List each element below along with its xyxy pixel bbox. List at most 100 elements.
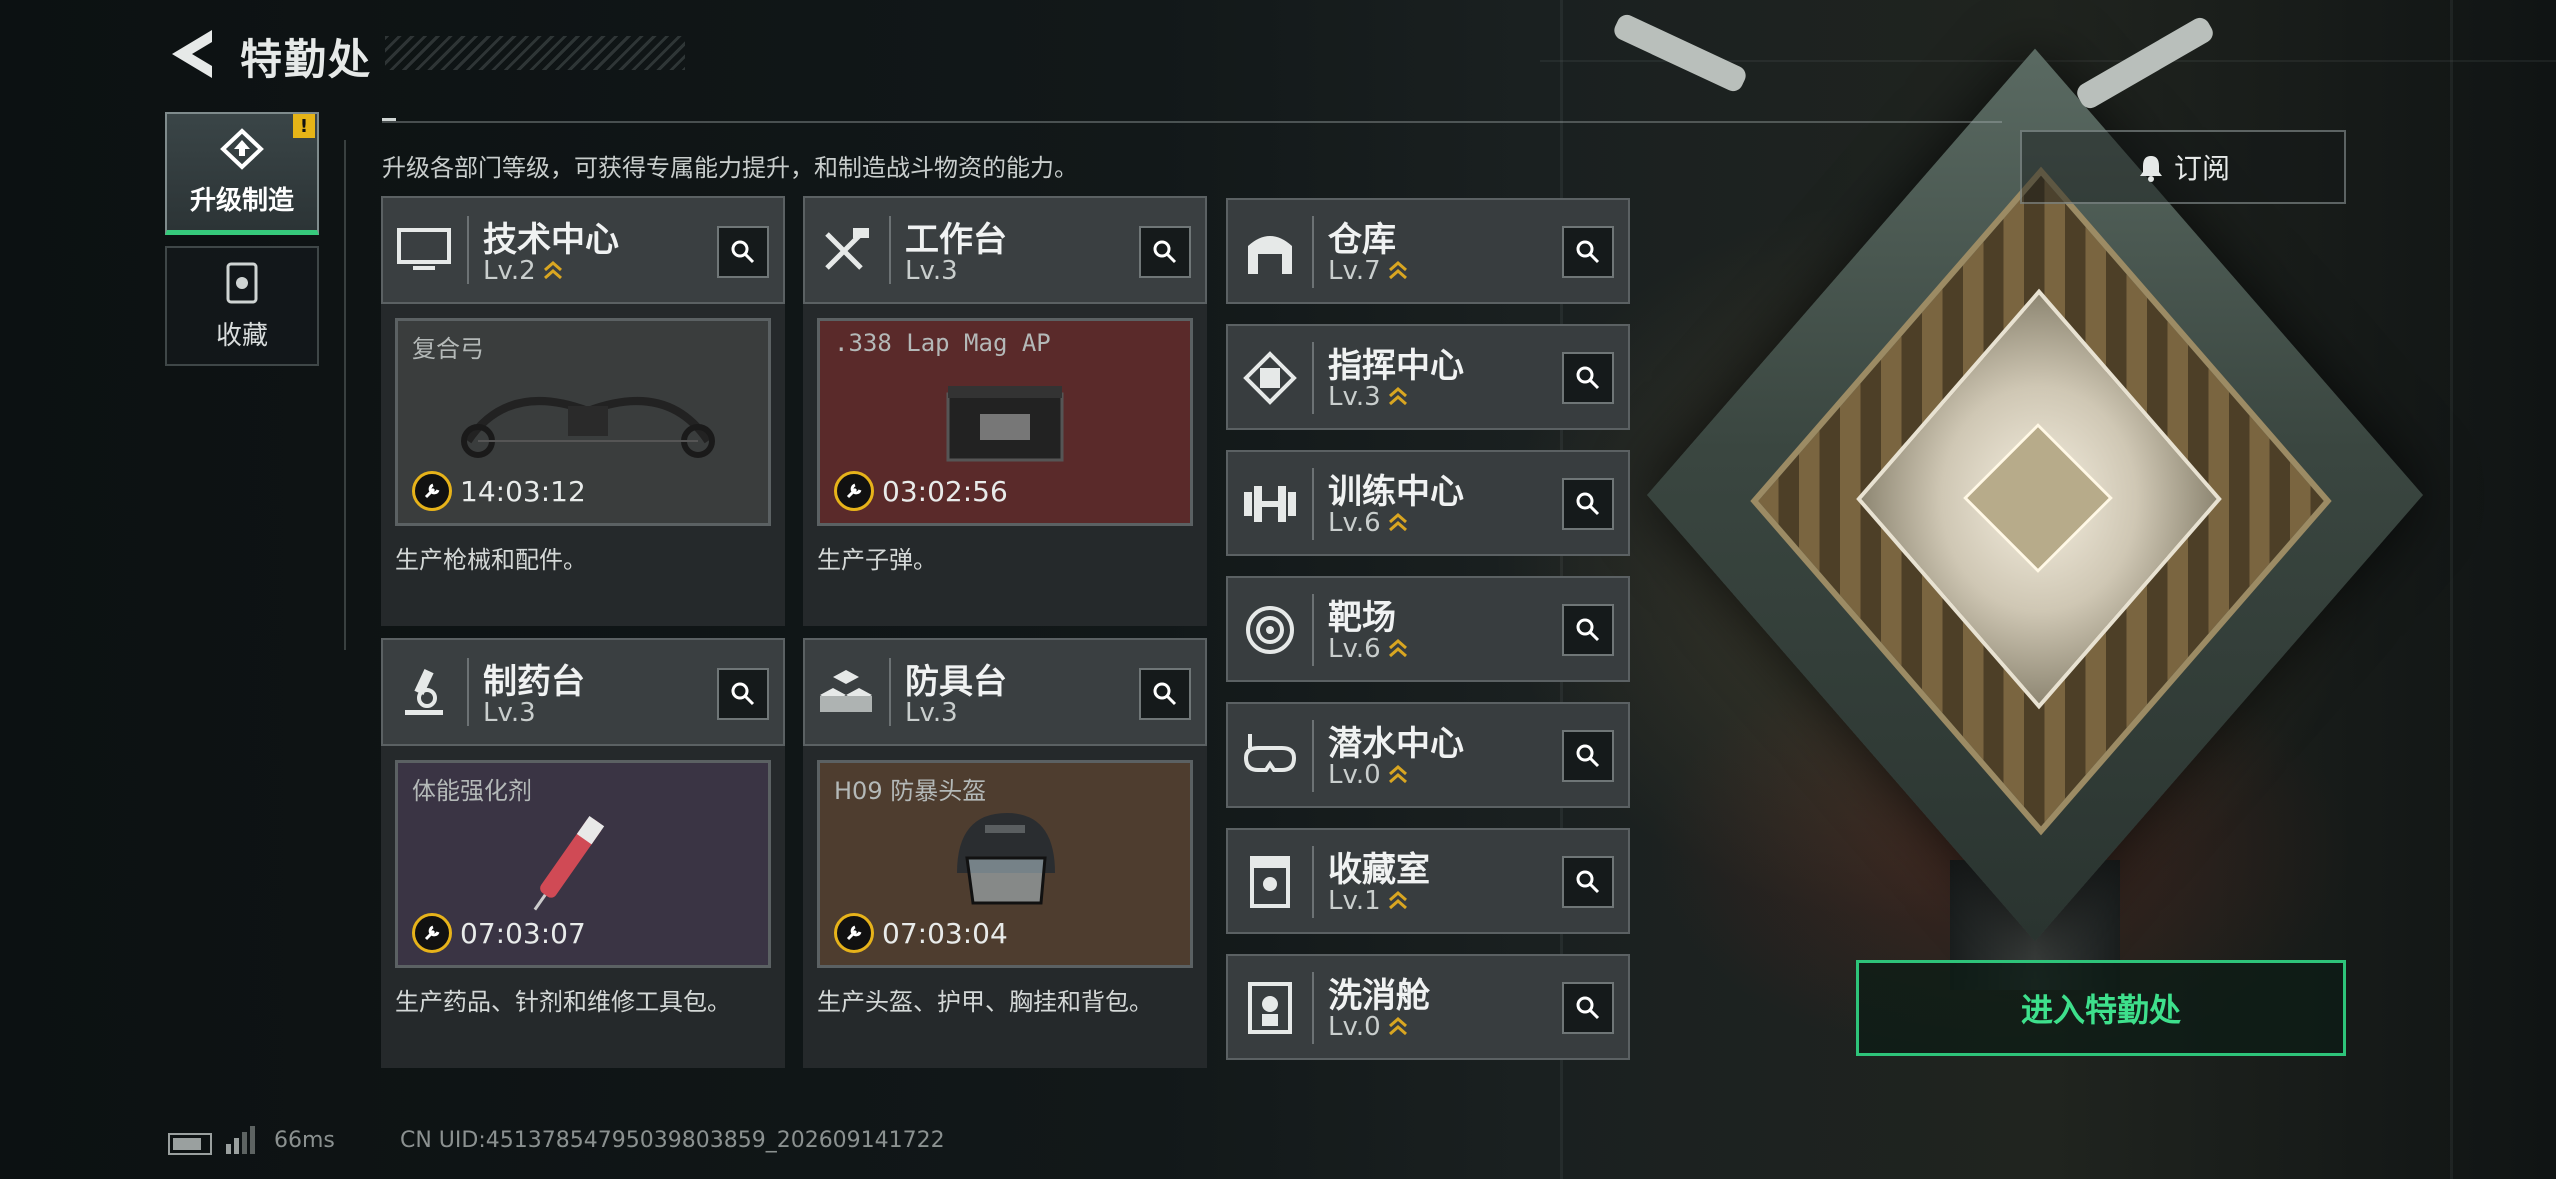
divider: [382, 121, 2002, 123]
facility-card-warehouse[interactable]: 仓库 Lv.7: [1226, 198, 1630, 304]
user-uid: CN UID:4513785479503980385​9_20260914172…: [400, 1128, 945, 1153]
facility-card-training-center[interactable]: 训练中心 Lv.6: [1226, 450, 1630, 556]
timer-text: 07:03:04: [882, 916, 1008, 950]
separator: [1312, 846, 1314, 918]
riot-helmet-image: [957, 813, 1055, 905]
timer-text: 14:03:12: [460, 474, 586, 508]
level-text: Lv.1: [1328, 886, 1381, 916]
facility-level: Lv.2: [483, 256, 564, 286]
dumbbell-icon: [1244, 486, 1296, 522]
tab-label: 升级制造: [189, 185, 294, 216]
facility-card-diving-center[interactable]: 潜水中心 Lv.0: [1226, 702, 1630, 808]
tab-upgrade-craft[interactable]: 升级制造 !: [165, 112, 319, 235]
product-name: H09 防暴头盔: [834, 777, 987, 805]
production-slot[interactable]: 体能强化剂 07:03:07: [395, 760, 771, 968]
timer-text: 07:03:07: [460, 916, 586, 950]
facility-name: 洗消舱: [1328, 976, 1430, 1016]
upgrade-chevron-icon: [1388, 261, 1407, 280]
search-button[interactable]: [1562, 604, 1614, 656]
card-header: 防具台 Lv.3: [803, 638, 1207, 746]
production-slot[interactable]: 复合弓 14:03:12: [395, 318, 771, 526]
facility-description: 生产头盔、护甲、胸挂和背包。: [817, 988, 1153, 1016]
search-icon: [1576, 366, 1600, 390]
facility-level: Lv.6: [1328, 634, 1409, 664]
command-chip-icon: [1243, 351, 1297, 405]
search-button[interactable]: [1139, 668, 1191, 720]
search-button[interactable]: [717, 226, 769, 278]
production-timer: 03:02:56: [834, 471, 1008, 511]
production-slot[interactable]: H09 防暴头盔 07:03:04: [817, 760, 1193, 968]
product-name: 体能强化剂: [412, 777, 532, 805]
warehouse-icon: [1248, 236, 1292, 274]
title-decoration: [385, 36, 685, 70]
tab-label: 收藏: [215, 320, 268, 351]
production-timer: 07:03:07: [412, 913, 586, 953]
separator: [1312, 594, 1314, 666]
level-text: Lv.6: [1328, 508, 1381, 538]
separator: [467, 216, 469, 284]
facility-description: 生产药品、针剂和维修工具包。: [395, 988, 731, 1016]
search-icon: [1576, 996, 1600, 1020]
wrench-timer-icon: [412, 471, 452, 511]
separator: [1312, 468, 1314, 540]
wrench-timer-icon: [834, 471, 874, 511]
facility-card-armor-bench[interactable]: 防具台 Lv.3 H09 防暴头盔 07:03:04 生产头盔、护甲、胸挂和背包…: [803, 638, 1207, 1068]
target-icon: [1246, 606, 1294, 654]
decon-pod-icon: [1248, 982, 1292, 1034]
upgrade-icon: [220, 127, 264, 170]
facility-card-collection-room[interactable]: 收藏室 Lv.1: [1226, 828, 1630, 934]
facility-card-shooting-range[interactable]: 靶场 Lv.6: [1226, 576, 1630, 682]
tab-collection[interactable]: 收藏: [165, 246, 319, 366]
facility-card-pharmacy[interactable]: 制药台 Lv.3 体能强化剂 07:03:07 生产药品、针剂和维修工具包。: [381, 638, 785, 1068]
facility-name: 训练中心: [1328, 472, 1464, 512]
divider-accent: [382, 118, 396, 121]
facility-level: Lv.7: [1328, 256, 1409, 286]
facility-card-command-center[interactable]: 指挥中心 Lv.3: [1226, 324, 1630, 430]
upgrade-chevron-icon: [1388, 513, 1407, 532]
search-button[interactable]: [1562, 478, 1614, 530]
search-button[interactable]: [1562, 730, 1614, 782]
search-button[interactable]: [1562, 352, 1614, 404]
level-text: Lv.6: [1328, 634, 1381, 664]
level-text: Lv.2: [483, 256, 536, 286]
timer-text: 03:02:56: [882, 474, 1008, 508]
search-button[interactable]: [1562, 226, 1614, 278]
subscribe-button[interactable]: 订阅: [2020, 130, 2346, 204]
upgrade-chevron-icon: [1388, 1017, 1407, 1036]
search-button[interactable]: [717, 668, 769, 720]
upgrade-chevron-icon: [1388, 891, 1407, 910]
facility-card-tech-center[interactable]: 技术中心 Lv.2 复合弓 14:03:12 生产枪械和配件。: [381, 196, 785, 626]
side-divider: [344, 140, 346, 650]
production-timer: 14:03:12: [412, 471, 586, 511]
search-button[interactable]: [1562, 982, 1614, 1034]
facility-name: 仓库: [1328, 220, 1396, 260]
monitor-icon: [397, 228, 451, 270]
search-icon: [731, 682, 755, 706]
signal-strength-icon: [226, 1126, 255, 1154]
search-button[interactable]: [1139, 226, 1191, 278]
separator: [1312, 720, 1314, 792]
facility-name: 靶场: [1328, 598, 1396, 638]
wrench-timer-icon: [412, 913, 452, 953]
card-header: 制药台 Lv.3: [381, 638, 785, 746]
facility-level: Lv.3: [1328, 382, 1409, 412]
facility-card-decon-chamber[interactable]: 洗消舱 Lv.0: [1226, 954, 1630, 1060]
production-timer: 07:03:04: [834, 913, 1008, 953]
compound-bow-image: [461, 397, 715, 458]
facility-level: Lv.6: [1328, 508, 1409, 538]
enter-special-ops-button[interactable]: 进入特勤处: [1856, 960, 2346, 1056]
upgrade-chevron-icon: [1388, 639, 1407, 658]
wrench-timer-icon: [834, 913, 874, 953]
facility-level: Lv.3: [905, 256, 958, 286]
search-icon: [1576, 618, 1600, 642]
production-slot[interactable]: .338 Lap Mag AP 03:02:56: [817, 318, 1193, 526]
back-arrow-icon[interactable]: [168, 28, 214, 80]
level-text: Lv.3: [483, 698, 536, 728]
page-title: 特勤处: [240, 35, 373, 84]
search-button[interactable]: [1562, 856, 1614, 908]
level-text: Lv.3: [905, 698, 958, 728]
upgrade-chevron-icon: [1388, 765, 1407, 784]
syringe-image: [533, 815, 605, 911]
collection-icon: [226, 262, 258, 303]
facility-card-workbench[interactable]: 工作台 Lv.3 .338 Lap Mag AP 03:02:56 生产子弹。: [803, 196, 1207, 626]
